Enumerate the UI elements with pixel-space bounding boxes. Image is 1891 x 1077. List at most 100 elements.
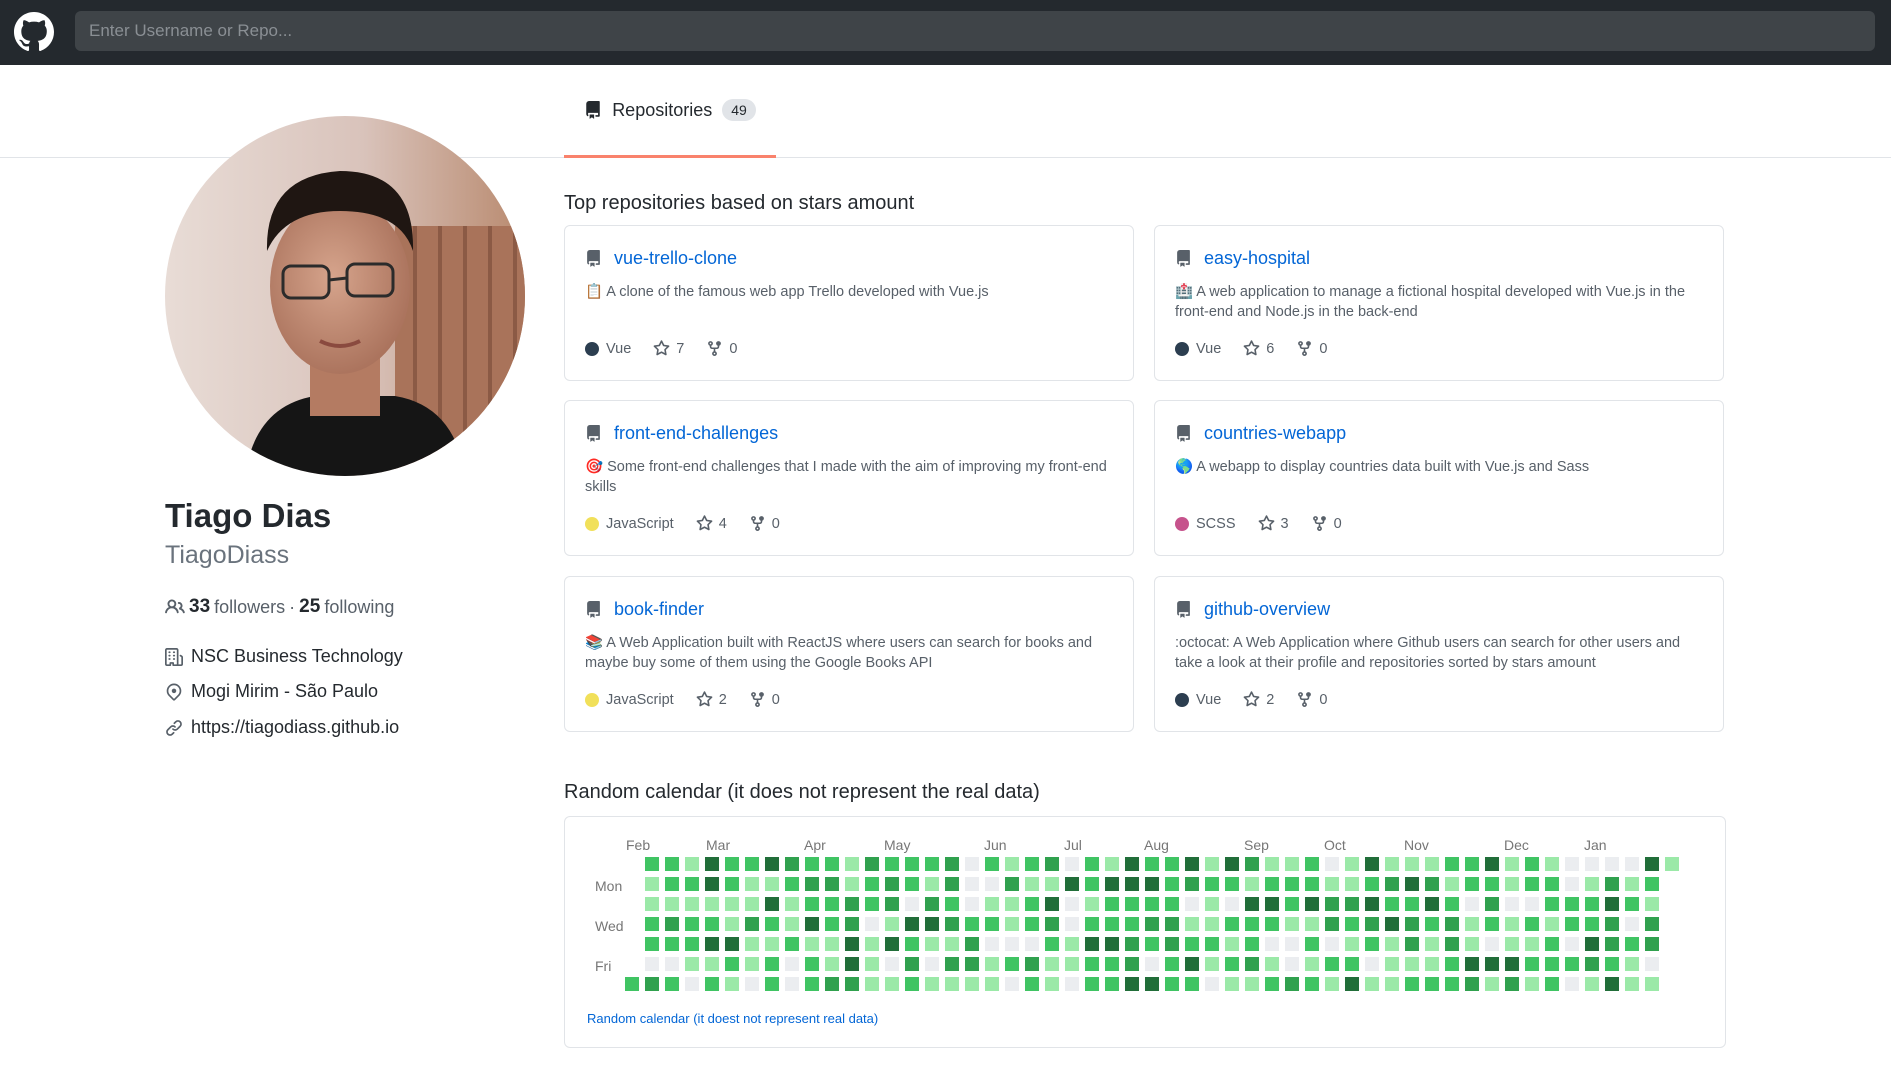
calendar-day-cell[interactable] [805,897,819,911]
calendar-day-cell[interactable] [1465,857,1479,871]
calendar-day-cell[interactable] [1645,957,1659,971]
calendar-day-cell[interactable] [1405,957,1419,971]
calendar-day-cell[interactable] [1385,877,1399,891]
calendar-day-cell[interactable] [785,897,799,911]
calendar-day-cell[interactable] [1105,897,1119,911]
calendar-day-cell[interactable] [1625,977,1639,991]
calendar-day-cell[interactable] [625,977,639,991]
calendar-day-cell[interactable] [665,857,679,871]
calendar-day-cell[interactable] [1565,917,1579,931]
calendar-day-cell[interactable] [925,957,939,971]
followers-count[interactable]: 33 [189,596,210,618]
calendar-day-cell[interactable] [1405,937,1419,951]
calendar-day-cell[interactable] [1465,937,1479,951]
calendar-day-cell[interactable] [1645,857,1659,871]
calendar-day-cell[interactable] [1305,977,1319,991]
calendar-day-cell[interactable] [985,917,999,931]
calendar-day-cell[interactable] [845,917,859,931]
calendar-day-cell[interactable] [1185,917,1199,931]
calendar-day-cell[interactable] [705,917,719,931]
calendar-day-cell[interactable] [685,857,699,871]
calendar-day-cell[interactable] [725,877,739,891]
calendar-day-cell[interactable] [1045,897,1059,911]
calendar-day-cell[interactable] [1085,877,1099,891]
calendar-day-cell[interactable] [1025,937,1039,951]
calendar-day-cell[interactable] [645,937,659,951]
calendar-day-cell[interactable] [1525,857,1539,871]
calendar-day-cell[interactable] [1065,897,1079,911]
calendar-day-cell[interactable] [965,857,979,871]
calendar-day-cell[interactable] [1545,857,1559,871]
calendar-day-cell[interactable] [925,877,939,891]
calendar-day-cell[interactable] [1045,977,1059,991]
calendar-day-cell[interactable] [1425,877,1439,891]
calendar-day-cell[interactable] [965,957,979,971]
calendar-day-cell[interactable] [1105,917,1119,931]
calendar-day-cell[interactable] [805,917,819,931]
repo-name-link[interactable]: vue-trello-clone [614,248,737,269]
calendar-day-cell[interactable] [945,977,959,991]
calendar-day-cell[interactable] [1285,957,1299,971]
calendar-day-cell[interactable] [845,897,859,911]
calendar-day-cell[interactable] [1525,897,1539,911]
calendar-day-cell[interactable] [1465,897,1479,911]
calendar-day-cell[interactable] [1545,957,1559,971]
calendar-day-cell[interactable] [985,897,999,911]
calendar-day-cell[interactable] [1085,857,1099,871]
calendar-day-cell[interactable] [825,857,839,871]
calendar-day-cell[interactable] [1605,917,1619,931]
calendar-day-cell[interactable] [1385,917,1399,931]
calendar-day-cell[interactable] [1265,937,1279,951]
search-input[interactable] [75,11,1875,51]
calendar-day-cell[interactable] [1605,977,1619,991]
calendar-day-cell[interactable] [1185,877,1199,891]
calendar-day-cell[interactable] [805,977,819,991]
calendar-day-cell[interactable] [1245,877,1259,891]
calendar-day-cell[interactable] [1145,957,1159,971]
calendar-day-cell[interactable] [1525,917,1539,931]
calendar-day-cell[interactable] [1325,937,1339,951]
calendar-day-cell[interactable] [865,957,879,971]
calendar-day-cell[interactable] [965,897,979,911]
calendar-day-cell[interactable] [1145,937,1159,951]
calendar-day-cell[interactable] [1225,977,1239,991]
calendar-day-cell[interactable] [705,857,719,871]
calendar-day-cell[interactable] [1505,897,1519,911]
calendar-day-cell[interactable] [845,957,859,971]
calendar-day-cell[interactable] [985,957,999,971]
calendar-day-cell[interactable] [905,877,919,891]
calendar-day-cell[interactable] [985,977,999,991]
calendar-day-cell[interactable] [885,917,899,931]
calendar-day-cell[interactable] [1165,937,1179,951]
calendar-day-cell[interactable] [1605,857,1619,871]
calendar-day-cell[interactable] [1045,877,1059,891]
calendar-day-cell[interactable] [1105,877,1119,891]
calendar-day-cell[interactable] [1165,877,1179,891]
calendar-day-cell[interactable] [745,957,759,971]
calendar-day-cell[interactable] [1365,937,1379,951]
calendar-day-cell[interactable] [905,957,919,971]
calendar-day-cell[interactable] [825,937,839,951]
calendar-day-cell[interactable] [945,917,959,931]
calendar-day-cell[interactable] [1225,957,1239,971]
calendar-day-cell[interactable] [1025,957,1039,971]
calendar-day-cell[interactable] [925,937,939,951]
calendar-day-cell[interactable] [925,897,939,911]
calendar-day-cell[interactable] [1245,857,1259,871]
calendar-day-cell[interactable] [1405,897,1419,911]
calendar-day-cell[interactable] [1085,897,1099,911]
calendar-day-cell[interactable] [1125,877,1139,891]
calendar-day-cell[interactable] [765,957,779,971]
repo-card[interactable]: countries-webapp 🌎 A webapp to display co… [1154,400,1724,556]
calendar-day-cell[interactable] [945,857,959,871]
calendar-day-cell[interactable] [1445,877,1459,891]
calendar-day-cell[interactable] [1345,917,1359,931]
calendar-day-cell[interactable] [1245,957,1259,971]
calendar-day-cell[interactable] [1365,897,1379,911]
calendar-day-cell[interactable] [1065,957,1079,971]
website-link[interactable]: https://tiagodiass.github.io [191,717,399,738]
calendar-day-cell[interactable] [1225,877,1239,891]
calendar-day-cell[interactable] [925,977,939,991]
repo-card[interactable]: github-overview :octocat: A Web Applicat… [1154,576,1724,732]
calendar-day-cell[interactable] [1345,977,1359,991]
